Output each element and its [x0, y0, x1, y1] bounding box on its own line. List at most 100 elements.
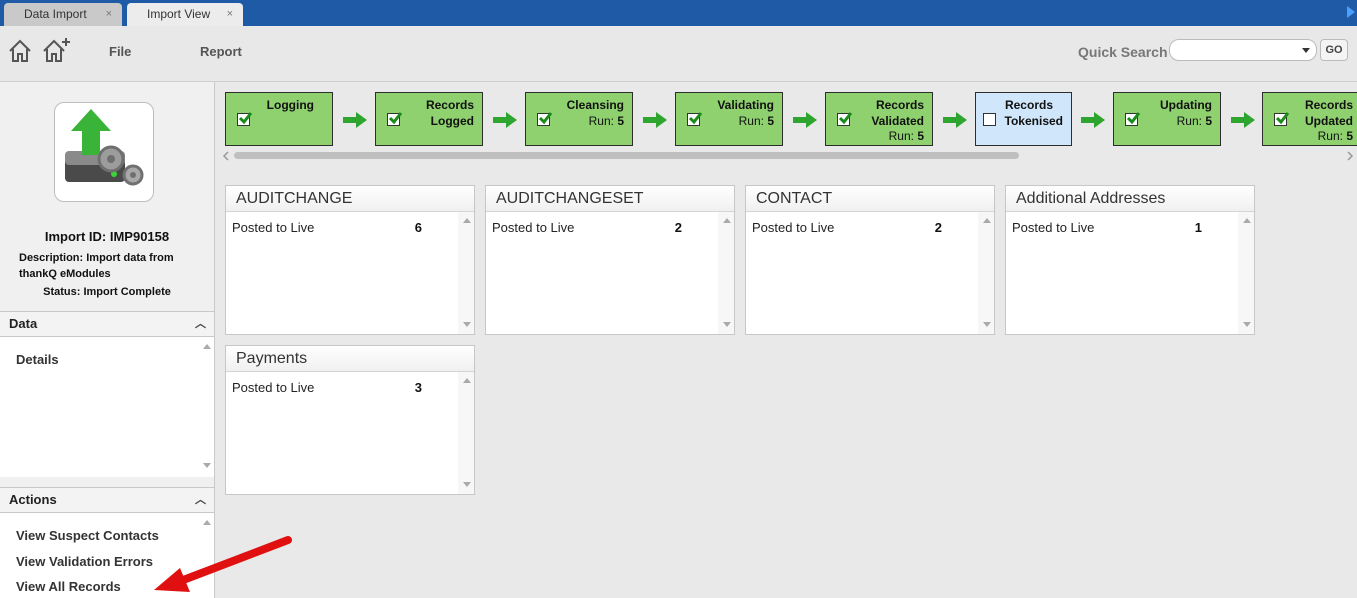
import-logo	[54, 102, 154, 202]
card-title: CONTACT	[746, 186, 994, 212]
scroll-up-icon[interactable]	[203, 344, 211, 349]
step-validating[interactable]: Validating Run: 5	[675, 92, 783, 146]
step-records-tokenised[interactable]: Records Tokenised	[975, 92, 1072, 146]
toolbar: File Report Quick Search GO	[0, 26, 1357, 82]
run-value: 5	[767, 114, 774, 128]
collapse-icon[interactable]: ︿	[195, 312, 206, 336]
card-row-label[interactable]: Posted to Live	[752, 220, 834, 235]
card-row-label[interactable]: Posted to Live	[232, 380, 314, 395]
annotation-arrow-icon	[154, 536, 292, 592]
card-row-value: 2	[674, 220, 682, 235]
quick-search-input[interactable]	[1169, 39, 1317, 61]
step-run: Run: 5	[1318, 129, 1353, 143]
card-scrollbar[interactable]	[458, 212, 474, 334]
sidebar-item-details[interactable]: Details	[16, 352, 59, 367]
step-label: Records	[1004, 98, 1053, 112]
checkmark-icon	[838, 112, 853, 125]
data-section-header[interactable]: Data ︿	[0, 311, 214, 337]
card-scrollbar[interactable]	[458, 372, 474, 494]
tab-label: Data Import	[24, 7, 87, 21]
close-icon[interactable]: ×	[106, 3, 112, 26]
card-scrollbar[interactable]	[1238, 212, 1254, 334]
go-button[interactable]: GO	[1320, 39, 1348, 61]
action-view-suspect-contacts[interactable]: View Suspect Contacts	[16, 528, 159, 543]
step-checkbox	[237, 112, 253, 126]
scroll-up-icon[interactable]	[1243, 218, 1251, 223]
steps-scrollbar[interactable]	[222, 150, 1357, 162]
step-label: Logging	[266, 98, 314, 112]
checkmark-icon	[1275, 112, 1290, 125]
scroll-down-icon[interactable]	[203, 463, 211, 468]
scroll-down-icon[interactable]	[463, 482, 471, 487]
step-records-validated[interactable]: Records Validated Run: 5	[825, 92, 933, 146]
checkmark-icon	[538, 112, 553, 125]
step-checkbox	[1274, 112, 1290, 126]
card-scrollbar[interactable]	[978, 212, 994, 334]
actions-section-header[interactable]: Actions ︿	[0, 487, 214, 513]
step-checkbox	[387, 112, 403, 126]
card-title: AUDITCHANGE	[226, 186, 474, 212]
step-run: Run: 5	[589, 114, 624, 128]
run-label: Run:	[888, 129, 914, 143]
collapse-icon[interactable]: ︿	[195, 488, 206, 512]
card-row-value: 1	[1194, 220, 1202, 235]
action-view-validation-errors[interactable]: View Validation Errors	[16, 554, 153, 569]
step-label: Records	[1304, 98, 1353, 112]
tab-import-view[interactable]: Import View ×	[127, 3, 243, 26]
arrow-right-icon	[493, 112, 517, 128]
tab-scroll-right-icon[interactable]	[1347, 6, 1355, 18]
run-value: 5	[617, 114, 624, 128]
tab-data-import[interactable]: Data Import ×	[4, 3, 122, 26]
step-label: Records	[425, 98, 474, 112]
step-logging[interactable]: Logging	[225, 92, 333, 146]
import-description: Description: Import data from thankQ eMo…	[19, 252, 174, 280]
menu-file[interactable]: File	[109, 44, 131, 59]
close-icon[interactable]: ×	[227, 3, 233, 26]
step-label: Records	[875, 98, 924, 112]
dropdown-icon[interactable]	[1302, 48, 1310, 53]
card-row-label[interactable]: Posted to Live	[232, 220, 314, 235]
step-label-2: Updated	[1305, 114, 1353, 128]
scroll-left-icon[interactable]	[222, 151, 230, 161]
run-value: 5	[1346, 129, 1353, 143]
add-home-icon[interactable]	[41, 38, 71, 64]
card-row-label[interactable]: Posted to Live	[492, 220, 574, 235]
scroll-down-icon[interactable]	[1243, 322, 1251, 327]
quick-search-label: Quick Search	[1078, 44, 1168, 60]
card-row-value: 6	[414, 220, 422, 235]
step-updating[interactable]: Updating Run: 5	[1113, 92, 1221, 146]
scroll-right-icon[interactable]	[1346, 151, 1354, 161]
arrow-right-icon	[343, 112, 367, 128]
scrollbar-thumb[interactable]	[234, 152, 1019, 159]
step-records-updated[interactable]: Records Updated Run: 5	[1262, 92, 1357, 146]
scroll-up-icon[interactable]	[983, 218, 991, 223]
scroll-up-icon[interactable]	[723, 218, 731, 223]
checkmark-icon	[688, 112, 703, 125]
run-label: Run:	[588, 114, 614, 128]
step-run: Run: 5	[1177, 114, 1212, 128]
arrow-right-icon	[943, 112, 967, 128]
step-label-2: Tokenised	[1004, 114, 1063, 128]
scroll-down-icon[interactable]	[723, 322, 731, 327]
step-label: Validating	[717, 98, 774, 112]
step-label: Updating	[1160, 98, 1212, 112]
scroll-down-icon[interactable]	[983, 322, 991, 327]
action-view-all-records[interactable]: View All Records	[16, 579, 121, 594]
step-checkbox	[837, 112, 853, 126]
card-row-label[interactable]: Posted to Live	[1012, 220, 1094, 235]
scroll-up-icon[interactable]	[203, 520, 211, 525]
home-icon[interactable]	[7, 38, 33, 64]
step-checkbox	[1125, 112, 1141, 126]
step-label-2: Validated	[871, 114, 924, 128]
step-records-logged[interactable]: Records Logged	[375, 92, 483, 146]
data-section-body: Details	[0, 337, 214, 477]
step-cleansing[interactable]: Cleansing Run: 5	[525, 92, 633, 146]
step-run: Run: 5	[739, 114, 774, 128]
card-additional-addresses: Additional Addresses Posted to Live 1	[1005, 185, 1255, 335]
scroll-up-icon[interactable]	[463, 218, 471, 223]
scroll-down-icon[interactable]	[463, 322, 471, 327]
menu-report[interactable]: Report	[200, 44, 242, 59]
card-row-value: 2	[934, 220, 942, 235]
card-scrollbar[interactable]	[718, 212, 734, 334]
scroll-up-icon[interactable]	[463, 378, 471, 383]
